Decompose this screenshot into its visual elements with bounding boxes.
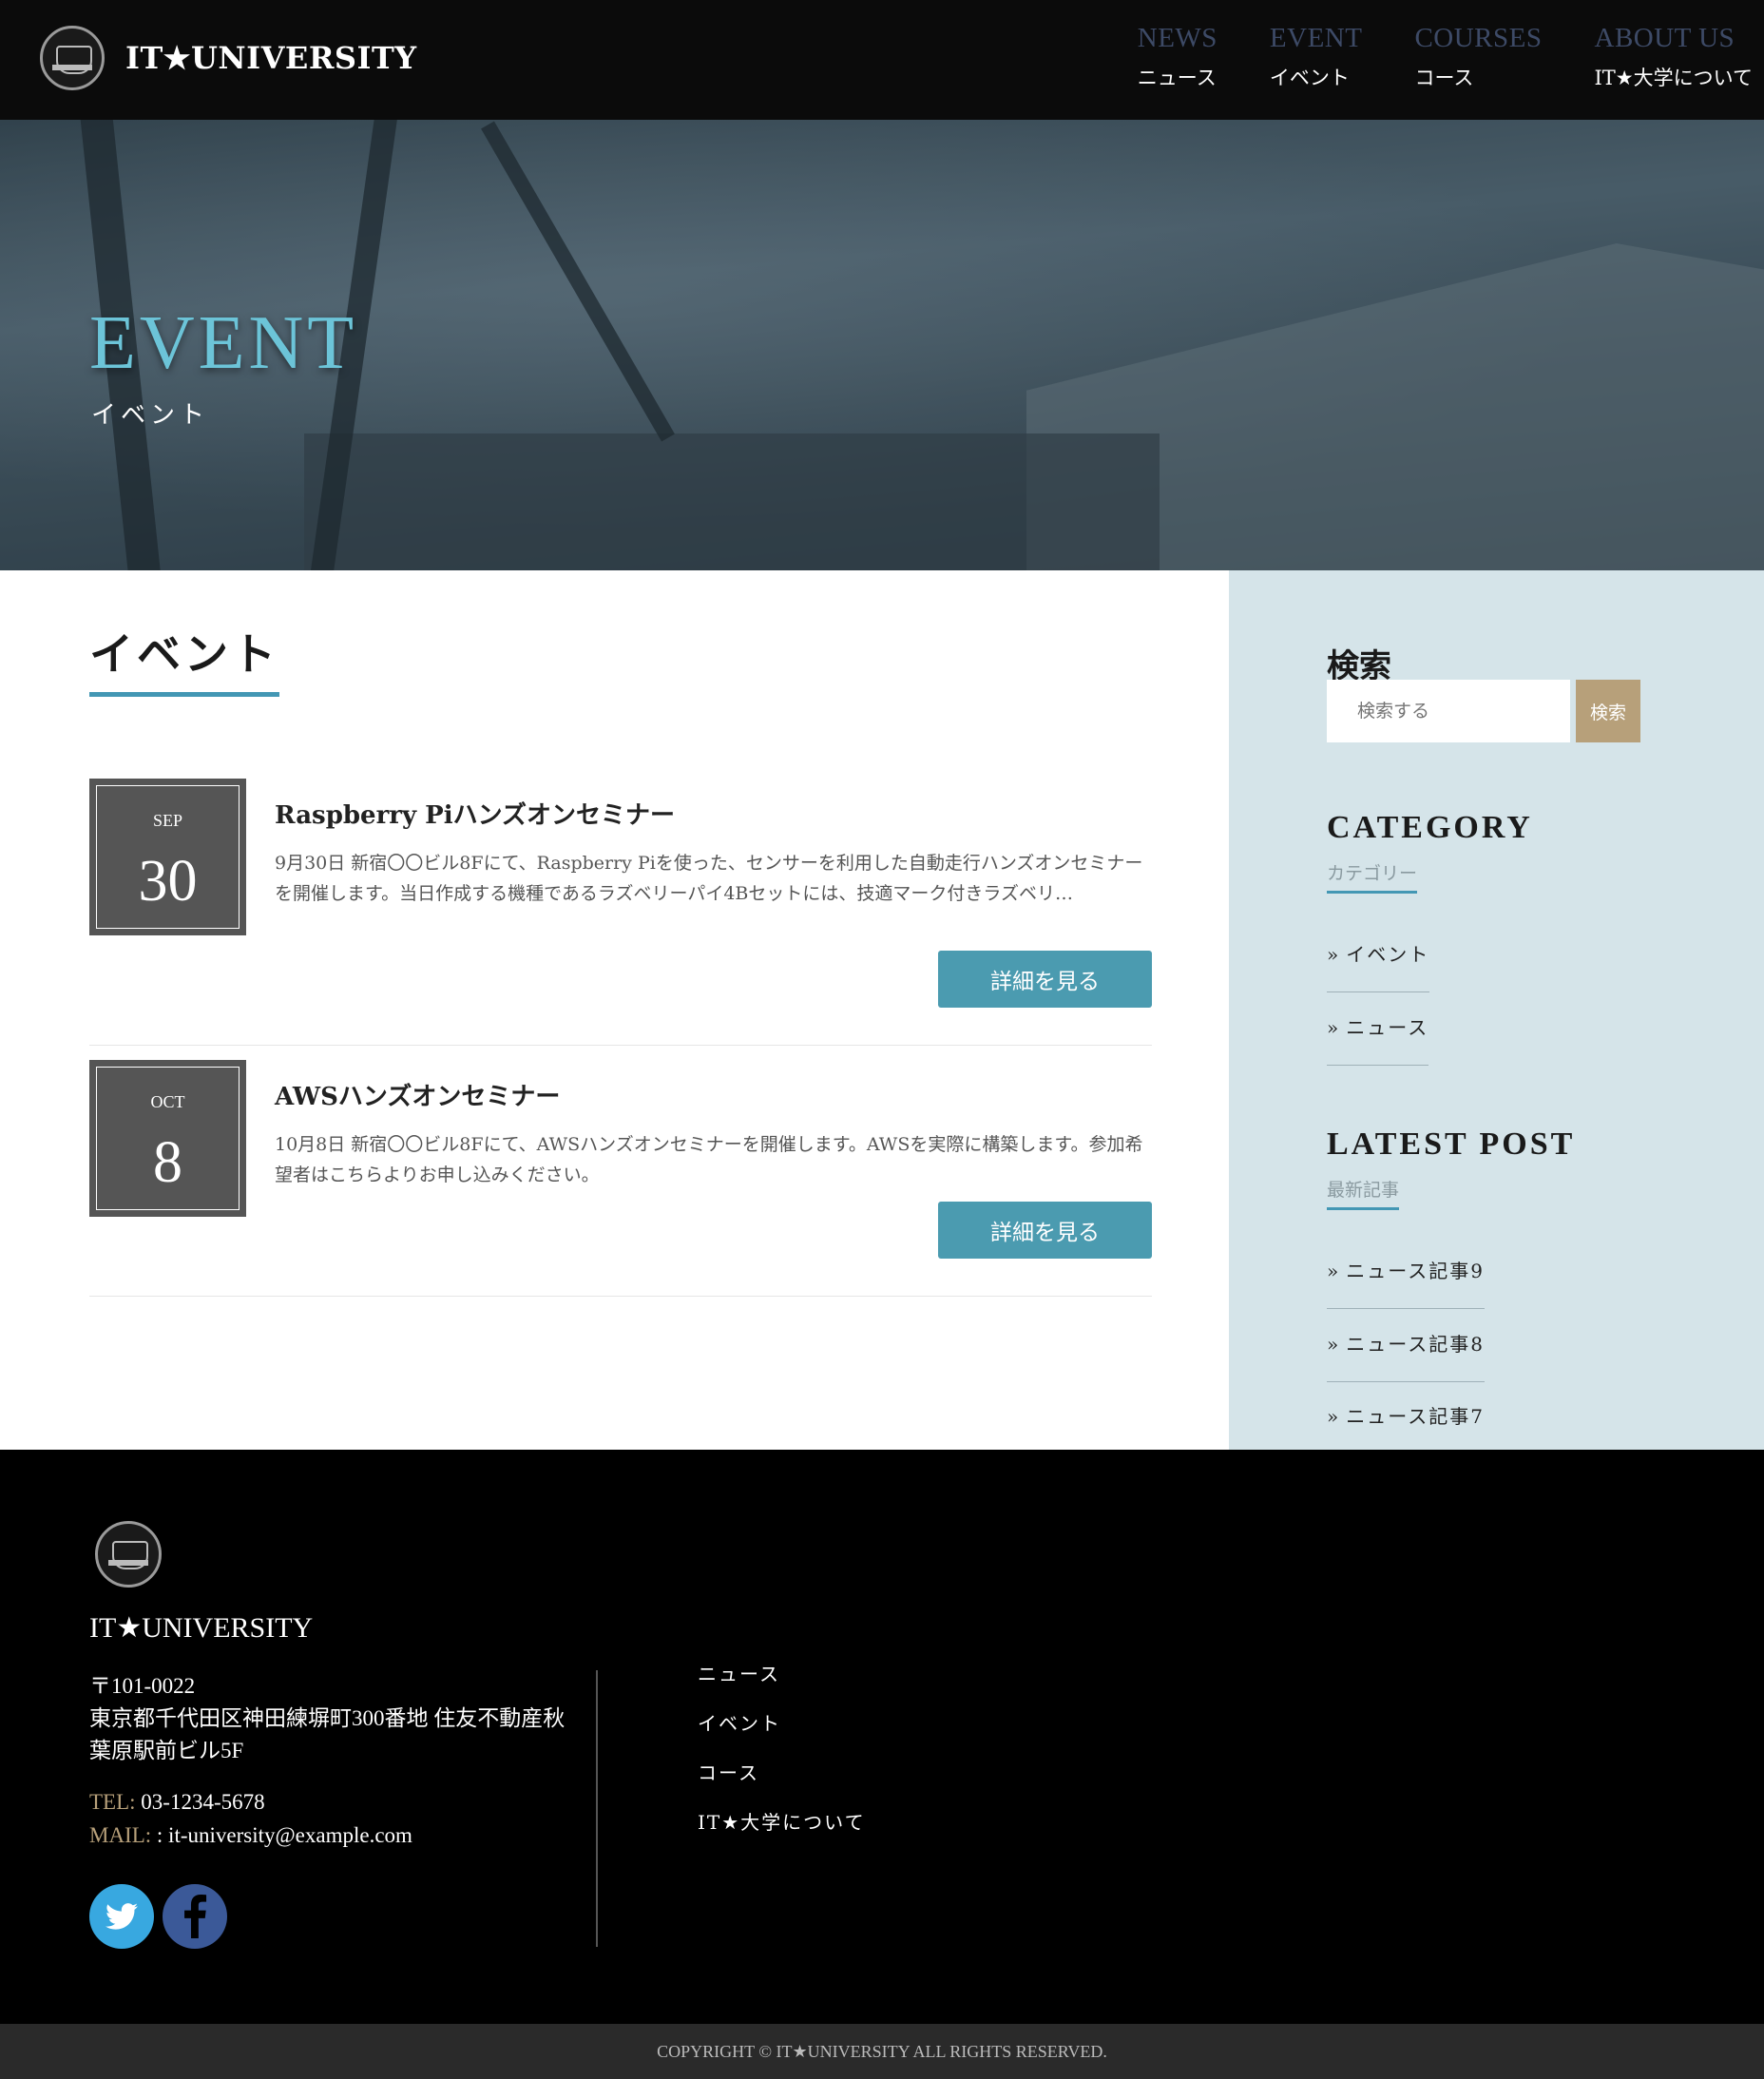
mail-label: MAIL: (89, 1823, 152, 1847)
latest-post-label: ニュース記事8 (1346, 1333, 1485, 1356)
facebook-icon[interactable] (163, 1884, 227, 1949)
chevron-right-icon: » (1327, 1333, 1341, 1356)
tel-value[interactable]: 03-1234-5678 (141, 1790, 264, 1814)
event-day: 8 (153, 1130, 182, 1195)
category-label: イベント (1346, 943, 1430, 966)
event-detail-button[interactable]: 詳細を見る (938, 1202, 1152, 1259)
chevron-right-icon: » (1327, 1405, 1341, 1428)
search-input[interactable] (1327, 680, 1570, 742)
event-month: SEP (152, 811, 183, 830)
footer-contact: TEL: 03-1234-5678 MAIL: : it-university@… (89, 1785, 412, 1852)
sidebar: 検索 検索 CATEGORY カテゴリー »イベント »ニュース LATEST … (1229, 570, 1764, 1454)
latest-post-label: ニュース記事9 (1346, 1260, 1485, 1282)
nav-label-en: ABOUT US (1594, 23, 1735, 53)
nav-label-en: EVENT (1269, 23, 1363, 53)
event-description: 10月8日 新宿〇〇ビル8Fにて、AWSハンズオンセミナーを開催します。AWSを… (275, 1134, 1143, 1185)
nav-label-ja: イベント (1269, 67, 1350, 89)
nav-item-about[interactable]: ABOUT US IT★大学について (1595, 23, 1754, 91)
page-title: イベント (89, 620, 279, 697)
event-detail-button[interactable]: 詳細を見る (938, 951, 1152, 1008)
university-emblem-icon (40, 26, 105, 90)
latest-post-subheading: 最新記事 (1327, 1176, 1400, 1210)
footer-nav: ニュース イベント コース IT★大学について (698, 1659, 866, 1857)
nav-item-event[interactable]: EVENT イベント (1270, 23, 1363, 91)
event-day: 30 (138, 849, 198, 914)
footer-nav-event[interactable]: イベント (698, 1708, 866, 1736)
event-description: 9月30日 新宿〇〇ビル8Fにて、Raspberry Piを使った、センサーを利… (275, 853, 1143, 904)
chevron-right-icon: » (1327, 943, 1341, 966)
twitter-icon[interactable] (89, 1884, 154, 1949)
tel-label: TEL: (89, 1790, 136, 1814)
chevron-right-icon: » (1327, 1016, 1341, 1039)
hero-subtitle: イベント (91, 401, 210, 430)
site-name: IT★UNIVERSITY (125, 40, 417, 76)
nav-item-news[interactable]: NEWS ニュース (1138, 23, 1218, 91)
nav-item-courses[interactable]: COURSES コース (1414, 23, 1542, 91)
nav-label-ja: コース (1414, 67, 1474, 89)
category-link-event[interactable]: » イベント (1327, 939, 1430, 992)
footer-nav-news[interactable]: ニュース (698, 1659, 866, 1686)
event-item: SEP 30 Raspberry Piハンズオンセミナー 9月30日 新宿〇〇ビ… (89, 779, 1152, 1046)
category-subheading: カテゴリー (1327, 859, 1418, 894)
latest-post-link[interactable]: » ニュース記事9 (1327, 1256, 1485, 1309)
postal-code: 〒101-0022 (89, 1674, 196, 1698)
footer-divider (596, 1670, 598, 1947)
mail-value[interactable]: : it-university@example.com (157, 1823, 412, 1847)
category-heading: CATEGORY (1327, 810, 1533, 845)
footer-site-name: IT★UNIVERSITY (89, 1612, 314, 1644)
site-header: IT★UNIVERSITY NEWS ニュース EVENT イベント COURS… (0, 0, 1764, 120)
event-month: OCT (150, 1092, 185, 1111)
search-button[interactable]: 検索 (1576, 680, 1640, 742)
category-label: ニュース (1346, 1016, 1429, 1039)
footer-address: 〒101-0022 東京都千代田区神田練塀町300番地 住友不動産秋葉原駅前ビル… (89, 1670, 584, 1767)
event-date: SEP 30 (89, 779, 246, 935)
event-title[interactable]: AWSハンズオンセミナー (275, 1077, 1152, 1112)
event-date: OCT 8 (89, 1060, 246, 1217)
nav-label-ja: ニュース (1137, 67, 1217, 89)
nav-label-ja: IT★大学について (1594, 67, 1754, 89)
chevron-right-icon: » (1327, 1260, 1341, 1282)
nav-label-en: NEWS (1137, 23, 1218, 53)
hero-banner: EVENT イベント (0, 120, 1764, 570)
event-item: OCT 8 AWSハンズオンセミナー 10月8日 新宿〇〇ビル8Fにて、AWSハ… (89, 1060, 1152, 1297)
nav-label-en: COURSES (1414, 23, 1543, 53)
hero-title: EVENT (89, 301, 358, 385)
footer-nav-about[interactable]: IT★大学について (698, 1807, 866, 1835)
main-content: イベント SEP 30 Raspberry Piハンズオンセミナー 9月30日 … (0, 570, 1229, 1450)
latest-post-link[interactable]: » ニュース記事7 (1327, 1401, 1485, 1454)
latest-post-label: ニュース記事7 (1346, 1405, 1485, 1428)
university-emblem-icon (95, 1521, 162, 1588)
category-link-news[interactable]: » ニュース (1327, 1012, 1429, 1066)
street-address: 東京都千代田区神田練塀町300番地 住友不動産秋葉原駅前ビル5F (89, 1706, 566, 1762)
site-footer: IT★UNIVERSITY 〒101-0022 東京都千代田区神田練塀町300番… (0, 1450, 1764, 2024)
latest-post-heading: LATEST POST (1327, 1126, 1576, 1162)
copyright: COPYRIGHT © IT★UNIVERSITY ALL RIGHTS RES… (0, 2024, 1764, 2079)
footer-nav-courses[interactable]: コース (698, 1758, 866, 1785)
latest-post-link[interactable]: » ニュース記事8 (1327, 1329, 1485, 1382)
site-logo[interactable]: IT★UNIVERSITY (40, 26, 417, 90)
main-nav: NEWS ニュース EVENT イベント COURSES コース ABOUT U… (1085, 23, 1753, 91)
event-title[interactable]: Raspberry Piハンズオンセミナー (275, 796, 1152, 831)
